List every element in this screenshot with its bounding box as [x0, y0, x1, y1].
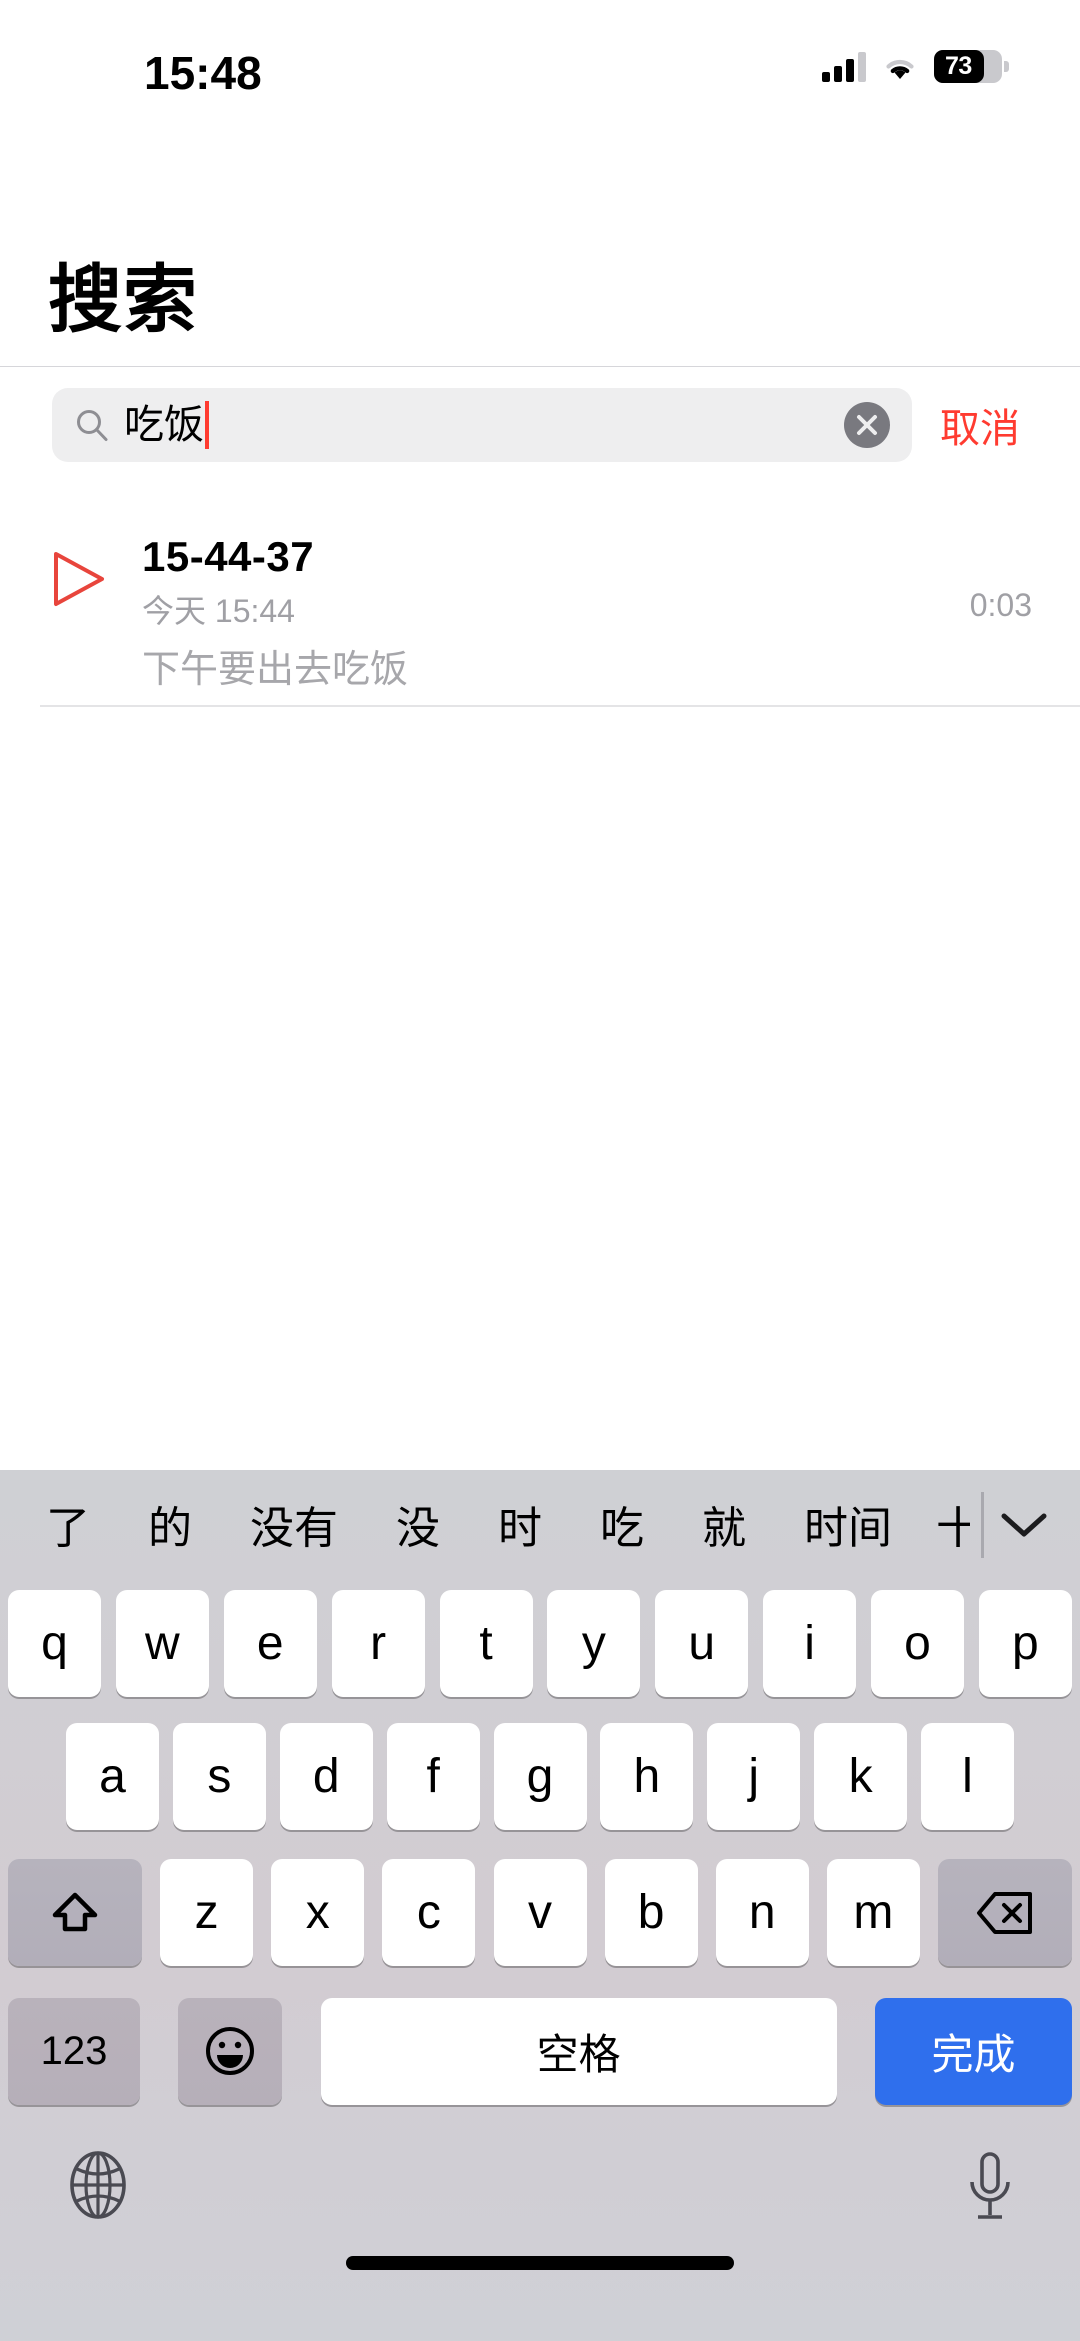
key-w[interactable]: w — [115, 1590, 209, 1697]
search-icon — [77, 410, 108, 441]
list-row-divider — [40, 705, 1080, 707]
keyboard: 了 的 没有 没 时 吃 就 时间 十 q w e r t y u i o p — [0, 1470, 1080, 2341]
key-t[interactable]: t — [439, 1590, 533, 1697]
home-indicator — [346, 2256, 734, 2270]
battery-percent: 73 — [945, 52, 972, 80]
key-v[interactable]: v — [493, 1859, 587, 1966]
delete-backspace-icon — [977, 1891, 1032, 1934]
key-k[interactable]: k — [814, 1723, 908, 1830]
candidate-8-truncated[interactable]: 十 — [936, 1492, 970, 1556]
keyboard-row-3: z x c v b n m — [0, 1844, 1080, 1981]
recording-date: 今天 15:44 — [142, 593, 295, 629]
key-a[interactable]: a — [66, 1723, 159, 1830]
key-i[interactable]: i — [763, 1590, 857, 1697]
clear-circle-icon[interactable] — [844, 402, 890, 448]
key-l[interactable]: l — [921, 1723, 1014, 1830]
recording-duration: 0:03 — [969, 587, 1032, 623]
cancel-button[interactable]: 取消 — [940, 396, 1020, 454]
keyboard-bottom-bar — [0, 2121, 1080, 2301]
key-o[interactable]: o — [871, 1590, 964, 1697]
search-input[interactable]: 吃饭 — [52, 388, 912, 462]
search-bar: 吃饭 取消 — [0, 386, 1080, 464]
emoji-key[interactable] — [178, 1997, 283, 2105]
status-bar-indicators: 73 — [822, 50, 1009, 83]
wifi-icon — [886, 59, 914, 79]
candidate-0[interactable]: 了 — [46, 1492, 90, 1556]
numeric-key[interactable]: 123 — [8, 1997, 140, 2105]
search-input-value: 吃饭 — [124, 403, 204, 447]
key-g[interactable]: g — [493, 1723, 587, 1830]
key-c[interactable]: c — [382, 1859, 476, 1966]
candidate-divider — [981, 1492, 984, 1558]
recording-title: 15-44-37 — [142, 533, 315, 580]
chevron-down-icon[interactable] — [998, 1508, 1050, 1540]
emoji-smiley-icon — [206, 2027, 255, 2075]
page-title: 搜索 — [48, 258, 198, 341]
key-j[interactable]: j — [707, 1723, 801, 1830]
key-f[interactable]: f — [386, 1723, 480, 1830]
battery-icon: 73 — [934, 50, 1009, 83]
candidate-3[interactable]: 没 — [396, 1492, 440, 1556]
key-u[interactable]: u — [655, 1590, 749, 1697]
key-p[interactable]: p — [978, 1590, 1072, 1697]
status-bar-time: 15:48 — [144, 47, 262, 99]
candidate-bar: 了 的 没有 没 时 吃 就 时间 十 — [0, 1470, 1080, 1578]
shift-arrow-icon — [52, 1892, 98, 1931]
keyboard-row-4: 123 空格 完成 — [0, 1981, 1080, 2121]
candidate-6[interactable]: 就 — [702, 1492, 746, 1556]
key-y[interactable]: y — [547, 1590, 641, 1697]
play-triangle-icon[interactable] — [48, 548, 110, 610]
candidate-1[interactable]: 的 — [148, 1492, 192, 1556]
key-n[interactable]: n — [715, 1859, 809, 1966]
key-q[interactable]: q — [8, 1590, 101, 1697]
recording-transcript: 下午要出去吃饭 — [142, 649, 409, 691]
candidate-2[interactable]: 没有 — [250, 1492, 338, 1556]
candidate-4[interactable]: 时 — [498, 1492, 542, 1556]
shift-key[interactable] — [8, 1859, 142, 1966]
keyboard-row-1: q w e r t y u i o p — [0, 1578, 1080, 1709]
candidate-5[interactable]: 吃 — [600, 1492, 644, 1556]
key-z[interactable]: z — [160, 1859, 254, 1966]
text-caret — [205, 401, 209, 449]
delete-key[interactable] — [938, 1859, 1072, 1966]
microphone-icon[interactable] — [962, 2149, 1018, 2225]
key-m[interactable]: m — [826, 1859, 920, 1966]
globe-icon[interactable] — [62, 2149, 134, 2221]
status-bar: 15:48 73 — [0, 0, 1080, 130]
key-e[interactable]: e — [223, 1590, 317, 1697]
key-b[interactable]: b — [604, 1859, 698, 1966]
header-divider — [0, 366, 1080, 367]
key-r[interactable]: r — [331, 1590, 425, 1697]
keyboard-row-2: a s d f g h j k l — [0, 1709, 1080, 1844]
cellular-signal-icon — [822, 51, 866, 82]
key-h[interactable]: h — [600, 1723, 694, 1830]
key-s[interactable]: s — [172, 1723, 266, 1830]
key-d[interactable]: d — [279, 1723, 373, 1830]
candidate-7[interactable]: 时间 — [804, 1492, 892, 1556]
done-key[interactable]: 完成 — [874, 1997, 1072, 2105]
space-key[interactable]: 空格 — [320, 1997, 837, 2105]
key-x[interactable]: x — [271, 1859, 365, 1966]
screen: 15:48 73 搜索 吃饭 取消 15-44-37 今天 15:44 0:03… — [0, 0, 1080, 2341]
